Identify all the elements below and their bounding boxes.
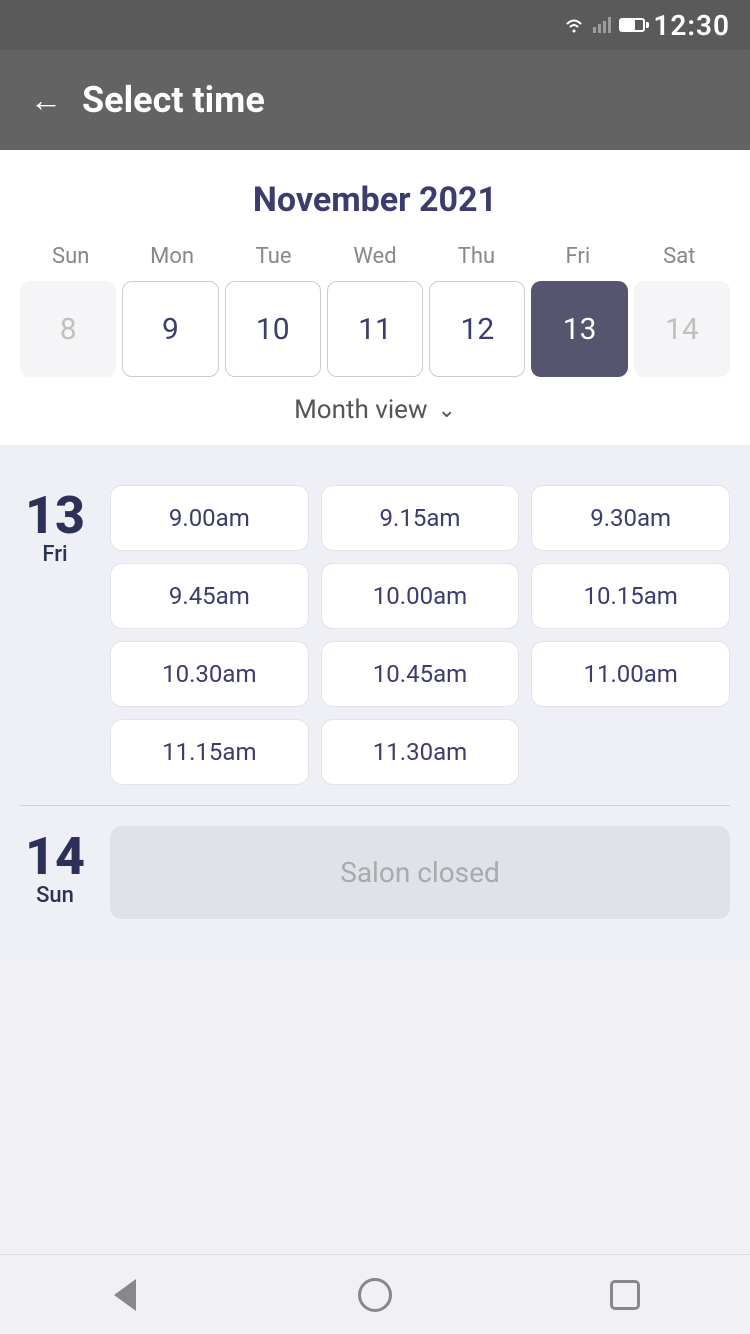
nav-bar [0,1254,750,1334]
salon-closed-box: Salon closed [110,826,730,919]
status-bar: 12:30 [0,0,750,50]
time-slots-section: 13 Fri 9.00am 9.15am 9.30am 9.45am 10.00… [0,445,750,959]
day-number-13: 13 [25,490,85,542]
nav-home-button[interactable] [353,1273,397,1317]
day-label-13: 13 Fri [20,485,90,785]
day-section-14: 14 Sun Salon closed [20,806,730,939]
back-button[interactable]: ← [30,84,62,116]
time-slot-10-45am[interactable]: 10.45am [321,641,520,707]
day-header-mon: Mon [121,244,222,269]
day-cell-12[interactable]: 12 [429,281,525,377]
day-section-13: 13 Fri 9.00am 9.15am 9.30am 9.45am 10.00… [20,465,730,805]
time-slot-9-00am[interactable]: 9.00am [110,485,309,551]
day-cell-11[interactable]: 11 [327,281,423,377]
time-slot-11-00am[interactable]: 11.00am [531,641,730,707]
day-cell-14[interactable]: 14 [634,281,730,377]
day-header-wed: Wed [324,244,425,269]
calendar-section: November 2021 Sun Mon Tue Wed Thu Fri Sa… [0,150,750,445]
home-nav-icon [358,1278,392,1312]
week-row: 8 9 10 11 12 13 14 [20,281,730,377]
day-label-14: 14 Sun [20,826,90,919]
status-time: 12:30 [653,9,730,42]
time-slot-10-30am[interactable]: 10.30am [110,641,309,707]
signal-icon [593,17,611,33]
recents-nav-icon [610,1280,640,1310]
time-slot-10-00am[interactable]: 10.00am [321,563,520,629]
time-slot-10-15am[interactable]: 10.15am [531,563,730,629]
day-cell-8[interactable]: 8 [20,281,116,377]
back-nav-icon [114,1279,136,1311]
time-slot-9-45am[interactable]: 9.45am [110,563,309,629]
nav-recents-button[interactable] [603,1273,647,1317]
time-slot-9-15am[interactable]: 9.15am [321,485,520,551]
wifi-icon [563,17,585,33]
time-slot-11-15am[interactable]: 11.15am [110,719,309,785]
day-cell-10[interactable]: 10 [225,281,321,377]
day-name-sun: Sun [36,883,74,908]
day-header-sat: Sat [629,244,730,269]
month-view-label: Month view [294,395,427,425]
month-view-toggle[interactable]: Month view ⌄ [20,395,730,425]
day-header-tue: Tue [223,244,324,269]
day-cell-13[interactable]: 13 [531,281,627,377]
chevron-down-icon: ⌄ [437,398,455,423]
day-cell-9[interactable]: 9 [122,281,218,377]
time-slot-9-30am[interactable]: 9.30am [531,485,730,551]
page-title: Select time [82,79,265,121]
nav-back-button[interactable] [103,1273,147,1317]
day-header-fri: Fri [527,244,628,269]
month-title: November 2021 [20,180,730,220]
day-name-fri: Fri [42,542,67,567]
day-headers: Sun Mon Tue Wed Thu Fri Sat [20,244,730,269]
day-number-14: 14 [25,831,85,883]
time-slot-11-30am[interactable]: 11.30am [321,719,520,785]
battery-icon [619,18,645,32]
header: ← Select time [0,50,750,150]
day-header-sun: Sun [20,244,121,269]
status-icons: 12:30 [563,9,730,42]
day-header-thu: Thu [426,244,527,269]
time-grid-13: 9.00am 9.15am 9.30am 9.45am 10.00am 10.1… [110,485,730,785]
